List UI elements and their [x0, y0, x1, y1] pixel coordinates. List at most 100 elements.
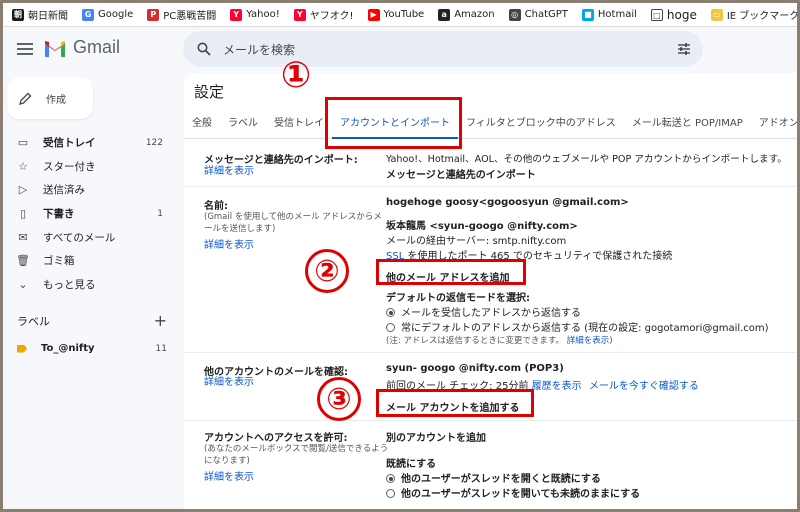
bookmark-favicon-icon: 朝 — [12, 8, 24, 21]
sidebar-item[interactable]: ▭ 受信トレイ 122 — [3, 131, 173, 155]
annotation-number-2: ② — [305, 249, 349, 293]
import-details-link[interactable]: 詳細を表示 — [204, 166, 389, 178]
annotation-number-3: ③ — [317, 377, 361, 421]
sidebar-item-label: すべてのメール — [43, 231, 116, 244]
search-options-icon[interactable] — [677, 42, 691, 56]
annotation-box-tab — [325, 97, 462, 149]
history-link[interactable]: 履歴を表示 — [532, 381, 582, 392]
bookmark-label: Google — [98, 9, 134, 20]
bookmarks-bar: 朝朝日新聞 G Google P PC悪戦苦闘 Y Yahoo! Y ヤフオク! ▶ YouTube… — [3, 3, 797, 27]
check-mail-title: 他のアカウントのメールを確認: — [204, 367, 348, 378]
trash-icon: 🗑 — [16, 254, 30, 268]
gmail-logo[interactable]: Gmail — [43, 37, 120, 58]
bookmark-item[interactable]: Y Yahoo! — [223, 3, 286, 26]
settings-tab[interactable]: ラベル — [220, 109, 266, 139]
bookmark-item[interactable]: G Google — [75, 3, 140, 26]
draft-icon: ▯ — [19, 207, 27, 221]
grant-title: アカウントへのアクセスを許可: — [204, 433, 348, 444]
settings-tab[interactable]: 全般 — [184, 109, 220, 139]
screenshot-frame: 朝朝日新聞 G Google P PC悪戦苦闘 Y Yahoo! Y ヤフオク! ▶ YouTube… — [3, 3, 797, 509]
bookmark-item[interactable]: ▭ IE ブックマーク — [704, 3, 797, 26]
annotation-box-add-account — [376, 389, 534, 417]
bookmark-label: Hotmail — [597, 9, 637, 20]
reply-option-1[interactable]: メールを受信したアドレスから返信する — [386, 304, 581, 319]
sidebar-item[interactable]: ⌄ もっと見る — [3, 273, 173, 297]
compose-label: 作成 — [46, 94, 66, 106]
name-subtitle: (Gmail を使用して他のメール アドレスからメールを送信します) — [204, 212, 382, 234]
reply-option-1-label: メールを受信したアドレスから返信する — [401, 308, 581, 319]
grant-details-link[interactable]: 詳細を表示 — [204, 472, 389, 484]
import-title: メッセージと連絡先のインポート: — [204, 155, 358, 166]
annotation-number-1: ① — [280, 55, 312, 96]
bookmark-item[interactable]: □ hoge — [644, 3, 704, 26]
bookmark-favicon-icon: Y — [230, 8, 243, 21]
chevron-down-icon: ⌄ — [18, 277, 28, 291]
reply-note-text: (注: アドレスは返信するときに変更できます。 — [386, 336, 565, 346]
settings-tab[interactable]: アドオン — [751, 109, 797, 139]
bookmark-item[interactable]: ◎ ChatGPT — [502, 3, 575, 26]
all-mail-icon: ✉ — [18, 230, 28, 244]
import-action-link[interactable]: メッセージと連絡先のインポート — [386, 166, 536, 181]
grant-subtitle: (あなたのメールボックスで閲覧/送信できるようになります) — [204, 444, 389, 466]
labels-heading-text: ラベル — [17, 314, 50, 328]
bookmark-item[interactable]: ■ Hotmail — [575, 3, 644, 26]
inbox-icon: ▭ — [17, 136, 29, 150]
bookmark-item[interactable]: Y ヤフオク! — [287, 3, 361, 26]
main-menu-icon[interactable] — [17, 43, 33, 55]
bookmark-label: ヤフオク! — [309, 11, 354, 22]
bookmark-label: ChatGPT — [524, 9, 568, 20]
bookmark-favicon-icon: G — [82, 8, 94, 21]
check-now-link[interactable]: メールを今すぐ確認する — [589, 381, 699, 392]
smtp-server: メールの経由サーバー: smtp.nifty.com — [386, 236, 567, 247]
label-count: 11 — [155, 343, 167, 354]
check-mail-details-link[interactable]: 詳細を表示 — [204, 377, 389, 389]
grant-access-row: アカウントへのアクセスを許可: (あなたのメールボックスで閲覧/送信できるように… — [184, 421, 797, 509]
settings-tab[interactable]: フィルタとブロック中のアドレス — [458, 109, 624, 139]
bookmark-label: Yahoo! — [246, 9, 280, 20]
name-details-link[interactable]: 詳細を表示 — [204, 240, 389, 252]
sidebar-item[interactable]: 🗑 ゴミ箱 — [3, 249, 173, 273]
sidebar-item-count: 1 — [157, 208, 163, 219]
mark-read-option-2[interactable]: 他のユーザーがスレッドを開いても未読のままにする — [386, 485, 640, 500]
mark-read-option-1[interactable]: 他のユーザーがスレッドを開くと既読にする — [386, 470, 601, 485]
pop-account: syun- googo @nifty.com (POP3) — [386, 363, 564, 374]
sidebar-label-item[interactable]: To_@nifty 11 — [17, 343, 167, 354]
reply-option-2-radio[interactable] — [386, 323, 395, 332]
reply-option-1-radio[interactable] — [386, 308, 395, 317]
settings-tab[interactable]: 受信トレイ — [266, 109, 332, 139]
sidebar-item-label: もっと見る — [43, 278, 96, 291]
compose-button[interactable]: 作成 — [7, 77, 93, 119]
sidebar-item-label: 送信済み — [43, 184, 85, 197]
reply-note-link[interactable]: 詳細を表示 — [567, 336, 610, 346]
bookmark-item[interactable]: 朝朝日新聞 — [5, 3, 75, 26]
reply-option-2[interactable]: 常にデフォルトのアドレスから返信する (現在の設定: gogotamori@gm… — [386, 319, 769, 334]
mark-read-option-2-radio[interactable] — [386, 489, 395, 498]
bookmark-label: YouTube — [383, 9, 425, 20]
sidebar-item-label: 受信トレイ — [43, 137, 96, 150]
search-bar[interactable]: メールを検索 — [183, 31, 703, 67]
reply-option-2-label: 常にデフォルトのアドレスから返信する (現在の設定: gogotamori@gm… — [401, 323, 769, 334]
pencil-icon — [19, 92, 32, 105]
sidebar-item[interactable]: ☆ スター付き — [3, 155, 173, 179]
sidebar-item-label: ゴミ箱 — [43, 255, 75, 268]
sidebar-item-label: 下書き — [43, 208, 75, 221]
bookmark-favicon-icon: ■ — [581, 8, 594, 21]
bookmark-item[interactable]: P PC悪戦苦闘 — [140, 3, 223, 26]
sidebar-item[interactable]: ▷ 送信済み — [3, 178, 173, 202]
mark-read-title: 既読にする — [386, 459, 437, 470]
reply-note: (注: アドレスは返信するときに変更できます。 詳細を表示) — [386, 334, 613, 346]
bookmark-label: Amazon — [454, 9, 495, 20]
bookmark-label: IE ブックマーク — [726, 11, 797, 22]
label-name: To_@nifty — [41, 343, 95, 354]
mark-read-option-1-radio[interactable] — [386, 474, 395, 483]
add-other-account-link[interactable]: 別のアカウントを追加 — [386, 429, 486, 444]
sidebar-item[interactable]: ▯ 下書き 1 — [3, 202, 173, 226]
search-icon[interactable] — [197, 42, 211, 56]
sidebar-item[interactable]: ✉ すべてのメール — [3, 225, 173, 249]
sidebar-nav: ▭ 受信トレイ 122 ☆ スター付き ▷ 送信済み ▯ 下書き 1 ✉ すべてのメール 🗑 ゴミ箱 ⌄ もっ… — [3, 131, 173, 296]
bookmark-item[interactable]: a Amazon — [431, 3, 501, 26]
settings-tab[interactable]: メール転送と POP/IMAP — [624, 109, 751, 139]
add-label-icon[interactable]: + — [154, 311, 167, 330]
send-icon: ▷ — [18, 183, 28, 197]
bookmark-item[interactable]: ▶ YouTube — [361, 3, 432, 26]
